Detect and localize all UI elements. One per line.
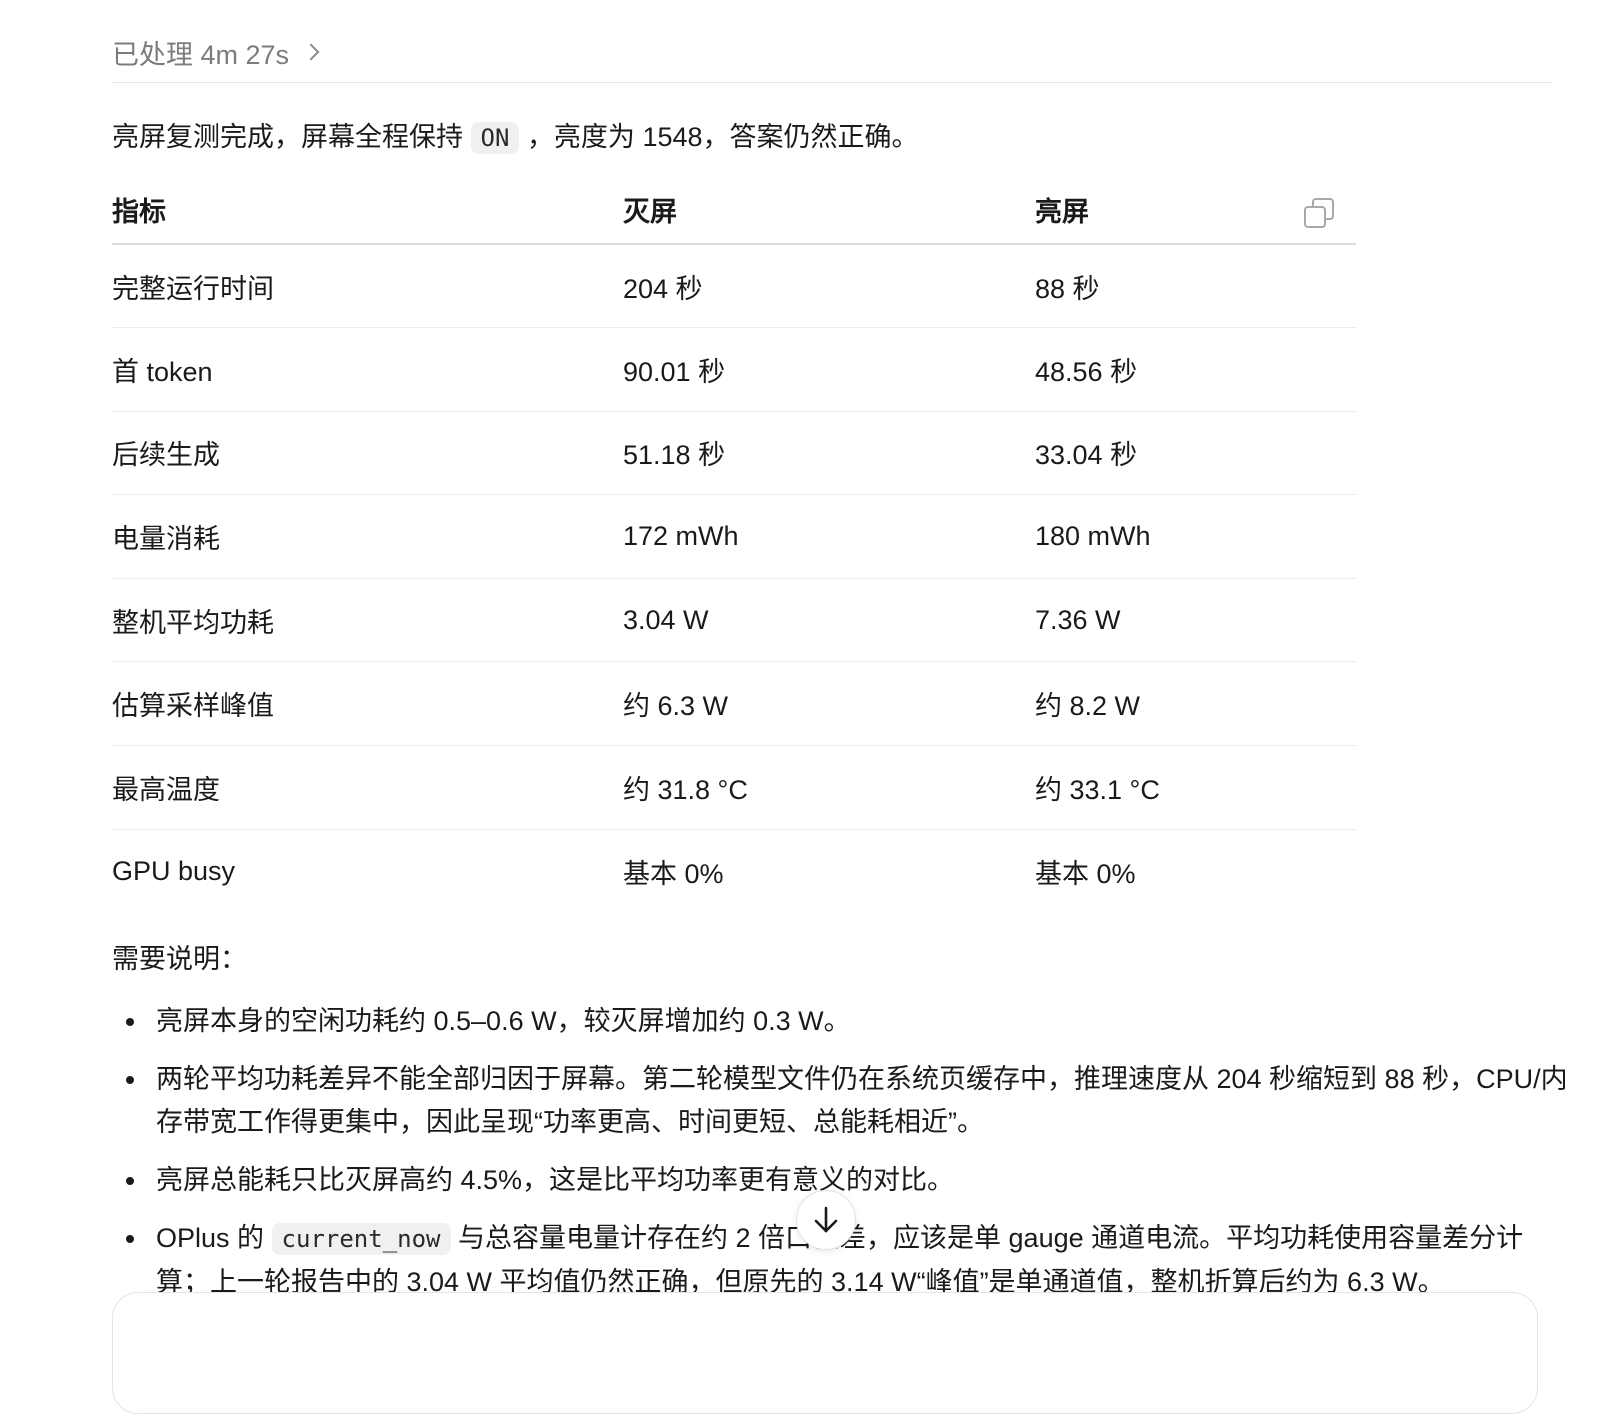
summary-text-before: 亮屏复测完成，屏幕全程保持	[112, 122, 463, 152]
header-screen-off: 灭屏	[623, 197, 677, 227]
table-cell: 电量消耗	[112, 524, 220, 555]
notes-heading: 需要说明：	[112, 944, 247, 974]
list-item: 两轮平均功耗差异不能全部归因于屏幕。第二轮模型文件仍在系统页缓存中，推理速度从 …	[126, 1058, 1576, 1144]
copy-icon[interactable]	[1304, 198, 1334, 228]
summary-text-after: ，亮度为 1548，答案仍然正确。	[526, 122, 919, 152]
table-cell: 后续生成	[112, 440, 220, 471]
table-cell: 48.56 秒	[1035, 356, 1138, 387]
table-cell: 90.01 秒	[623, 356, 726, 387]
list-item: 亮屏总能耗只比灭屏高约 4.5%，这是比平均功率更有意义的对比。	[126, 1159, 1576, 1202]
chat-message: 已处理 4m 27s 亮屏复测完成，屏幕全程保持 ON ，亮度为 1548，答案…	[112, 0, 1612, 1344]
notes-list: 亮屏本身的空闲功耗约 0.5–0.6 W，较灭屏增加约 0.3 W。 两轮平均功…	[112, 1000, 1576, 1319]
table-cell: 最高温度	[112, 774, 220, 805]
processing-status-label: 已处理 4m 27s	[112, 39, 290, 70]
summary-paragraph: 亮屏复测完成，屏幕全程保持 ON ，亮度为 1548，答案仍然正确。	[112, 116, 919, 159]
table-cell: 172 mWh	[623, 521, 739, 552]
table-cell: 估算采样峰值	[112, 691, 274, 722]
table-cell: 约 31.8 °C	[623, 774, 748, 805]
table-cell: 3.04 W	[623, 604, 709, 635]
table-cell: 约 33.1 °C	[1035, 774, 1160, 805]
table-row: 完整运行时间 204 秒 88 秒	[112, 244, 1356, 328]
table-cell: 基本 0%	[623, 858, 724, 889]
table-row: 电量消耗 172 mWh 180 mWh	[112, 495, 1356, 579]
table-cell: 整机平均功耗	[112, 607, 274, 638]
header-screen-on-label: 亮屏	[1035, 197, 1089, 227]
table-cell: GPU busy	[112, 855, 236, 886]
header-screen-on: 亮屏	[1035, 176, 1356, 244]
table-row: 估算采样峰值 约 6.3 W 约 8.2 W	[112, 662, 1356, 746]
table-row: 最高温度 约 31.8 °C 约 33.1 °C	[112, 746, 1356, 830]
scroll-to-bottom-button[interactable]	[796, 1190, 856, 1250]
inline-code-current-now: current_now	[271, 1223, 451, 1255]
chevron-right-icon	[302, 43, 320, 61]
table-cell: 180 mWh	[1035, 521, 1151, 552]
header-metric: 指标	[112, 197, 166, 227]
table-cell: 7.36 W	[1035, 604, 1121, 635]
list-item: 亮屏本身的空闲功耗约 0.5–0.6 W，较灭屏增加约 0.3 W。	[126, 1000, 1576, 1043]
table-row: 后续生成 51.18 秒 33.04 秒	[112, 411, 1356, 495]
table-header-row: 指标 灭屏 亮屏	[112, 176, 1356, 244]
table-cell: 首 token	[112, 356, 213, 387]
list-item: OPlus 的 current_now 与总容量电量计存在约 2 倍口径差，应该…	[126, 1217, 1576, 1304]
table-cell: 51.18 秒	[623, 440, 726, 471]
message-composer[interactable]	[112, 1292, 1538, 1414]
table-row: 整机平均功耗 3.04 W 7.36 W	[112, 578, 1356, 662]
table-cell: 204 秒	[623, 273, 703, 304]
table-row: 首 token 90.01 秒 48.56 秒	[112, 328, 1356, 412]
table-cell: 基本 0%	[1035, 858, 1136, 889]
metrics-table: 指标 灭屏 亮屏 完整运行时间 204 秒 88 秒 首 token 90.01…	[112, 176, 1356, 913]
table-cell: 33.04 秒	[1035, 440, 1138, 471]
divider	[112, 82, 1552, 83]
table-cell: 约 6.3 W	[623, 691, 729, 722]
table-cell: 约 8.2 W	[1035, 691, 1141, 722]
table-cell: 完整运行时间	[112, 273, 274, 304]
arrow-down-icon	[814, 1206, 838, 1233]
note-text-before: OPlus 的	[156, 1223, 265, 1253]
table-row: GPU busy 基本 0% 基本 0%	[112, 829, 1356, 913]
table-cell: 88 秒	[1035, 273, 1100, 304]
processing-status-toggle[interactable]: 已处理 4m 27s	[112, 30, 320, 74]
inline-code-on: ON	[470, 122, 520, 154]
